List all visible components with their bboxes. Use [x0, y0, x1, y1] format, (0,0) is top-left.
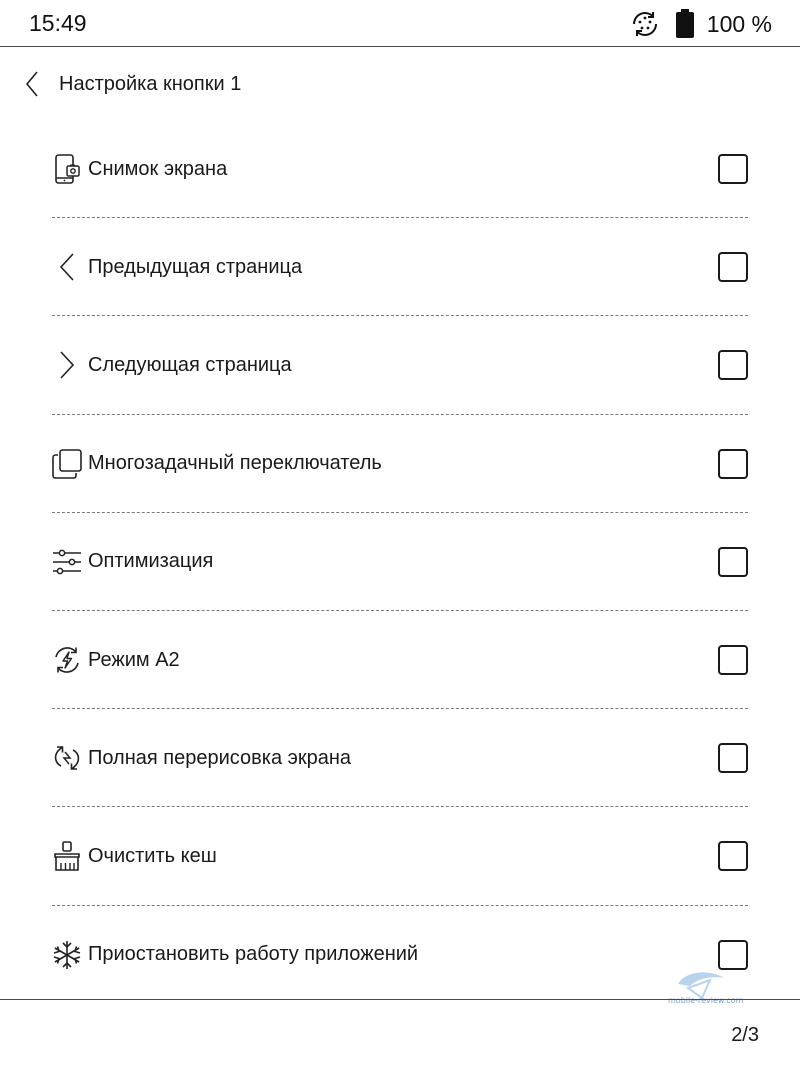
- checkbox[interactable]: [718, 841, 748, 872]
- list-item-full-refresh[interactable]: Полная перерисовка экрана: [52, 709, 748, 808]
- list-item-label: Очистить кеш: [88, 844, 217, 867]
- back-button[interactable]: [16, 66, 48, 102]
- list-item-label: Полная перерисовка экрана: [88, 746, 351, 769]
- list-item-label: Приостановить работу приложений: [88, 943, 419, 966]
- sliders-icon: [52, 547, 82, 577]
- a2-mode-icon: [52, 645, 82, 675]
- checkbox[interactable]: [718, 546, 748, 577]
- multitask-icon: [52, 448, 82, 479]
- list-item-previous-page[interactable]: Предыдущая страница: [52, 218, 748, 317]
- list-item-label: Снимок экрана: [88, 157, 228, 180]
- screenshot-icon: [52, 154, 82, 184]
- watermark-text: mobile-review.com: [668, 996, 744, 1005]
- header: Настройка кнопки 1: [0, 60, 800, 110]
- options-list: Снимок экрана Предыдущая страница Следую…: [52, 120, 748, 1004]
- checkbox[interactable]: [718, 645, 748, 676]
- snowflake-icon: [52, 940, 82, 970]
- checkbox[interactable]: [718, 154, 748, 185]
- list-item-label: Следующая страница: [88, 353, 292, 376]
- refresh-icon: [52, 743, 82, 773]
- battery-level: 100 %: [706, 10, 772, 37]
- checkbox[interactable]: [718, 252, 748, 283]
- list-item-label: Режим A2: [88, 648, 180, 671]
- page-title: Настройка кнопки 1: [59, 73, 242, 95]
- list-item-label: Оптимизация: [88, 550, 214, 573]
- chevron-left-icon: [52, 252, 82, 282]
- chevron-right-icon: [52, 350, 82, 380]
- list-item-label: Предыдущая страница: [88, 255, 303, 278]
- list-item-multitask[interactable]: Многозадачный переключатель: [52, 415, 748, 513]
- status-bar: 15:49 100 %: [0, 0, 800, 47]
- battery-icon: [675, 9, 694, 38]
- list-item-optimization[interactable]: Оптимизация: [52, 513, 748, 611]
- chevron-left-icon: [25, 71, 38, 97]
- page-indicator: 2/3: [731, 1024, 759, 1046]
- checkbox[interactable]: [718, 448, 748, 479]
- sync-icon[interactable]: [629, 8, 661, 40]
- broom-icon: [52, 841, 82, 872]
- status-right: 100 %: [629, 8, 772, 40]
- list-item-a2-mode[interactable]: Режим A2: [52, 611, 748, 710]
- list-item-clear-cache[interactable]: Очистить кеш: [52, 807, 748, 906]
- checkbox[interactable]: [718, 350, 748, 381]
- checkbox[interactable]: [718, 743, 748, 774]
- list-item-next-page[interactable]: Следующая страница: [52, 316, 748, 415]
- status-time: 15:49: [29, 10, 87, 36]
- list-item-freeze-apps[interactable]: Приостановить работу приложений: [52, 906, 748, 1004]
- list-item-label: Многозадачный переключатель: [88, 452, 382, 475]
- bottom-divider: [0, 999, 800, 1000]
- list-item-screenshot[interactable]: Снимок экрана: [52, 120, 748, 219]
